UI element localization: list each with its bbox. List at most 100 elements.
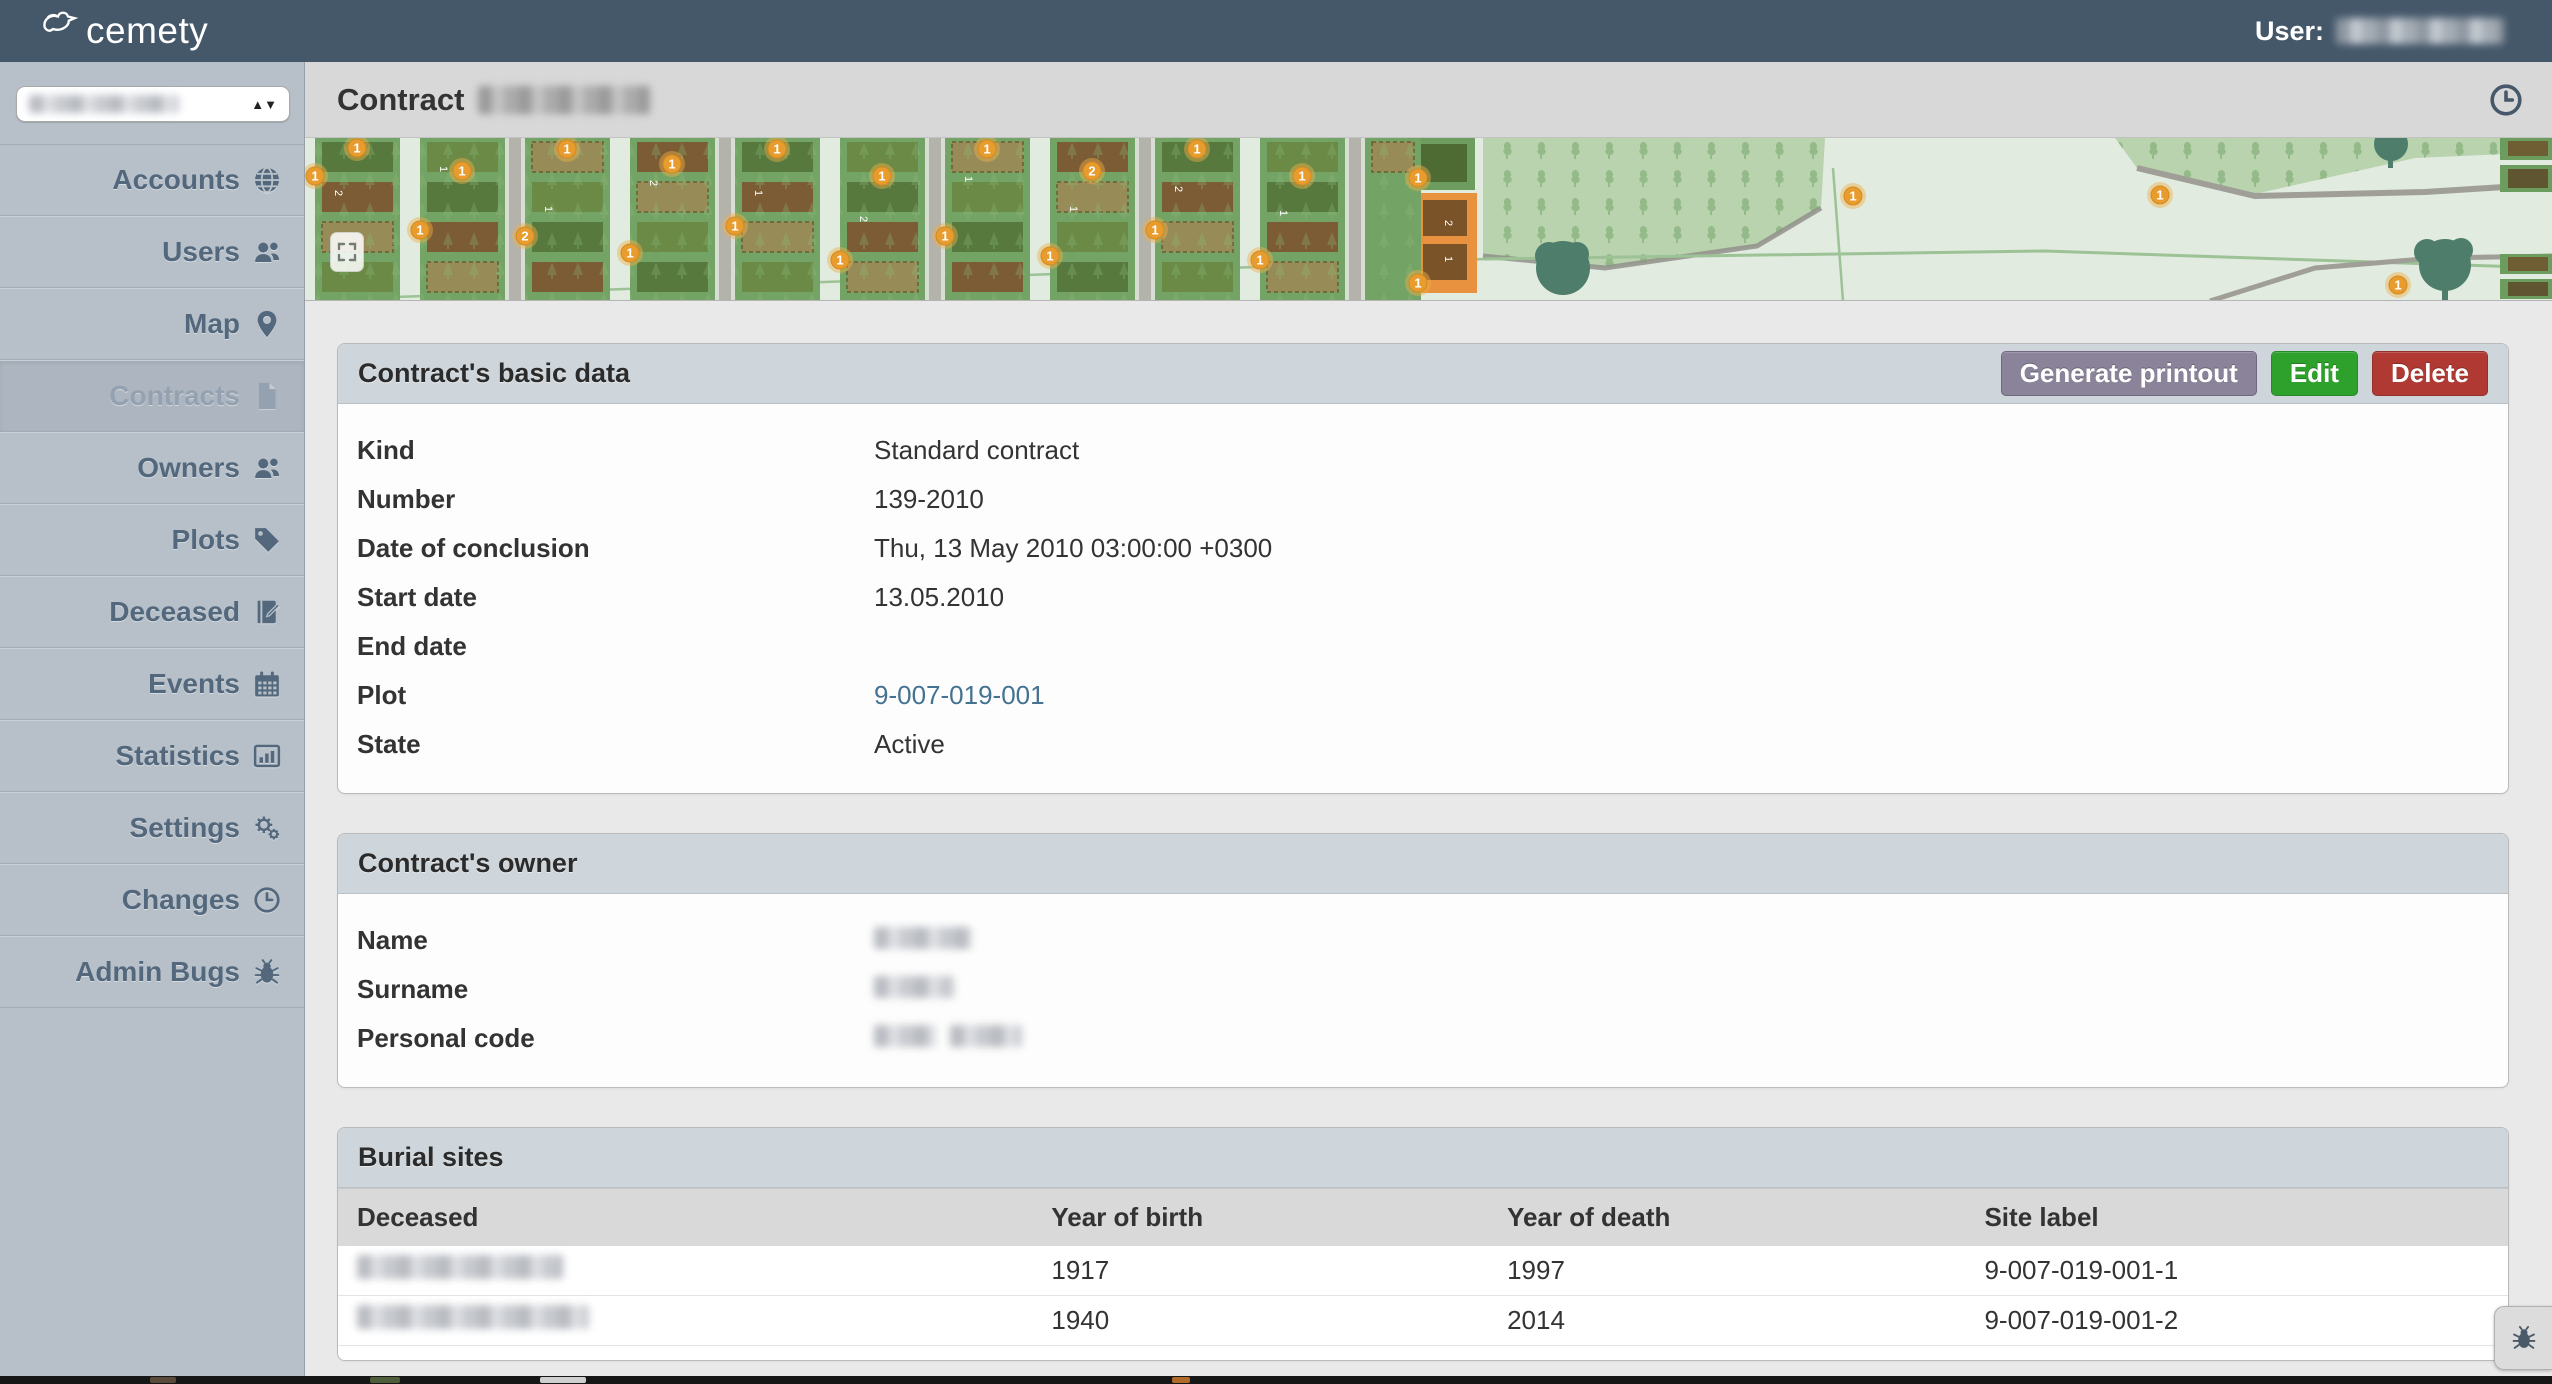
map-marker-icon [252, 309, 282, 339]
brand-name: cemety [86, 10, 209, 51]
cemetery-map[interactable]: 2 1 1 2 1 2 1 1 2 1 2 1 1 1 1 1 1 2 1 1 1 1 1 1 1 1 2 1 1 1 1 1 1 1 1 1 1 [305, 138, 2552, 301]
svg-text:1: 1 [416, 223, 423, 238]
redacted-personal-code [874, 1025, 936, 1047]
field-label-number: Number [357, 484, 456, 514]
panel-basic-data: Contract's basic data Generate printout … [337, 343, 2509, 794]
field-value-state: Active [874, 729, 945, 759]
burial-row[interactable]: 1940 2014 9-007-019-001-2 [338, 1295, 2508, 1346]
map-plot-marker: 1 [659, 151, 685, 177]
sidebar-item-admin-bugs[interactable]: Admin Bugs [0, 936, 304, 1008]
sidebar-item-users[interactable]: Users [0, 216, 304, 288]
bug-icon [252, 957, 282, 987]
svg-text:1: 1 [962, 176, 974, 182]
svg-text:1: 1 [353, 141, 360, 156]
redacted-personal-code [950, 1025, 1023, 1047]
svg-text:1: 1 [1067, 206, 1079, 212]
svg-text:1: 1 [1414, 276, 1421, 291]
map-plot-marker: 1 [1289, 163, 1315, 189]
sidebar-item-label: Admin Bugs [75, 956, 240, 987]
sidebar-item-label: Owners [137, 452, 240, 483]
brand[interactable]: cemety [36, 9, 208, 54]
sidebar-item-contracts[interactable]: Contracts [0, 360, 304, 432]
svg-text:1: 1 [2394, 278, 2401, 293]
cemetery-select[interactable]: ▲▼ [16, 86, 290, 122]
panel-owner-title: Contract's owner [358, 848, 578, 878]
burial-row[interactable]: 1917 1997 9-007-019-001-1 [338, 1246, 2508, 1296]
map-plot-marker: 1 [1840, 183, 1866, 209]
svg-text:2: 2 [857, 216, 869, 222]
generate-printout-button[interactable]: Generate printout [2000, 351, 2257, 396]
svg-text:1: 1 [626, 246, 633, 261]
sidebar-item-map[interactable]: Map [0, 288, 304, 360]
svg-text:1: 1 [563, 142, 570, 157]
bug-icon [2512, 1325, 2535, 1349]
sidebar-item-accounts[interactable]: Accounts [0, 144, 304, 216]
sidebar-item-settings[interactable]: Settings [0, 792, 304, 864]
redacted-select-value [29, 95, 179, 113]
sidebar-item-label: Map [184, 308, 240, 339]
map-plot-marker: 1 [2385, 272, 2411, 298]
svg-text:1: 1 [731, 219, 738, 234]
sidebar-item-changes[interactable]: Changes [0, 864, 304, 936]
cell-site-label: 9-007-019-001-1 [1965, 1246, 2508, 1296]
bug-report-button[interactable] [2494, 1306, 2552, 1370]
map-plot-marker: 1 [1037, 243, 1063, 269]
map-plot-marker: 1 [449, 158, 475, 184]
tag-icon [252, 525, 282, 555]
map-plot-marker: 1 [1142, 217, 1168, 243]
svg-text:1: 1 [1277, 210, 1289, 216]
map-plot-marker: 1 [869, 163, 895, 189]
user-label: User: [2254, 15, 2324, 46]
sidebar-item-events[interactable]: Events [0, 648, 304, 720]
map-plot-marker: 2 [512, 223, 538, 249]
svg-text:1: 1 [1046, 249, 1053, 264]
svg-text:1: 1 [1151, 223, 1158, 238]
sidebar-item-label: Events [148, 668, 240, 699]
plot-link[interactable]: 9-007-019-001 [874, 680, 1045, 710]
map-plot-marker: 1 [1247, 247, 1273, 273]
panel-basic-title: Contract's basic data [358, 358, 631, 388]
svg-text:1: 1 [941, 229, 948, 244]
map-plot-marker: 1 [722, 213, 748, 239]
svg-text:1: 1 [752, 190, 764, 196]
col-year-of-birth: Year of birth [1032, 1188, 1489, 1246]
svg-text:1: 1 [836, 253, 843, 268]
sidebar-item-plots[interactable]: Plots [0, 504, 304, 576]
map-plot-marker: 2 [1079, 158, 1105, 184]
field-label-end-date: End date [357, 631, 467, 661]
svg-text:1: 1 [668, 157, 675, 172]
map-plot-marker: 1 [1405, 165, 1431, 191]
field-label-kind: Kind [357, 435, 415, 465]
users-icon [252, 453, 282, 483]
redacted-username [2336, 18, 2504, 44]
sidebar-item-label: Contracts [109, 380, 240, 411]
sidebar-item-label: Accounts [112, 164, 240, 195]
sidebar-item-deceased[interactable]: Deceased [0, 576, 304, 648]
svg-text:2: 2 [521, 229, 528, 244]
file-icon [252, 381, 282, 411]
history-clock-icon[interactable] [2488, 82, 2524, 118]
svg-text:1: 1 [1193, 142, 1200, 157]
field-label-date-of-conclusion: Date of conclusion [357, 533, 590, 563]
map-fullscreen-button[interactable] [330, 232, 364, 272]
redacted-owner-surname [874, 976, 954, 998]
cell-year-of-birth: 1917 [1032, 1246, 1489, 1296]
dock-edge [0, 1376, 2552, 1384]
field-label-plot: Plot [357, 680, 407, 710]
col-year-of-death: Year of death [1488, 1188, 1966, 1246]
svg-text:2: 2 [332, 190, 344, 196]
svg-text:1: 1 [983, 142, 990, 157]
panel-owner: Contract's owner Name Surname Personal c… [337, 833, 2509, 1088]
svg-text:1: 1 [1256, 253, 1263, 268]
panel-burial-sites: Burial sites Deceased Year of birth Year… [337, 1127, 2509, 1361]
svg-text:1: 1 [1442, 256, 1454, 262]
svg-text:1: 1 [878, 169, 885, 184]
edit-button[interactable]: Edit [2270, 351, 2358, 396]
svg-text:2: 2 [1088, 164, 1095, 179]
sidebar-item-label: Deceased [109, 596, 240, 627]
sidebar-item-label: Changes [121, 884, 240, 915]
sidebar-item-owners[interactable]: Owners [0, 432, 304, 504]
sidebar-item-statistics[interactable]: Statistics [0, 720, 304, 792]
delete-button[interactable]: Delete [2371, 351, 2488, 396]
field-value-number: 139-2010 [874, 484, 984, 514]
